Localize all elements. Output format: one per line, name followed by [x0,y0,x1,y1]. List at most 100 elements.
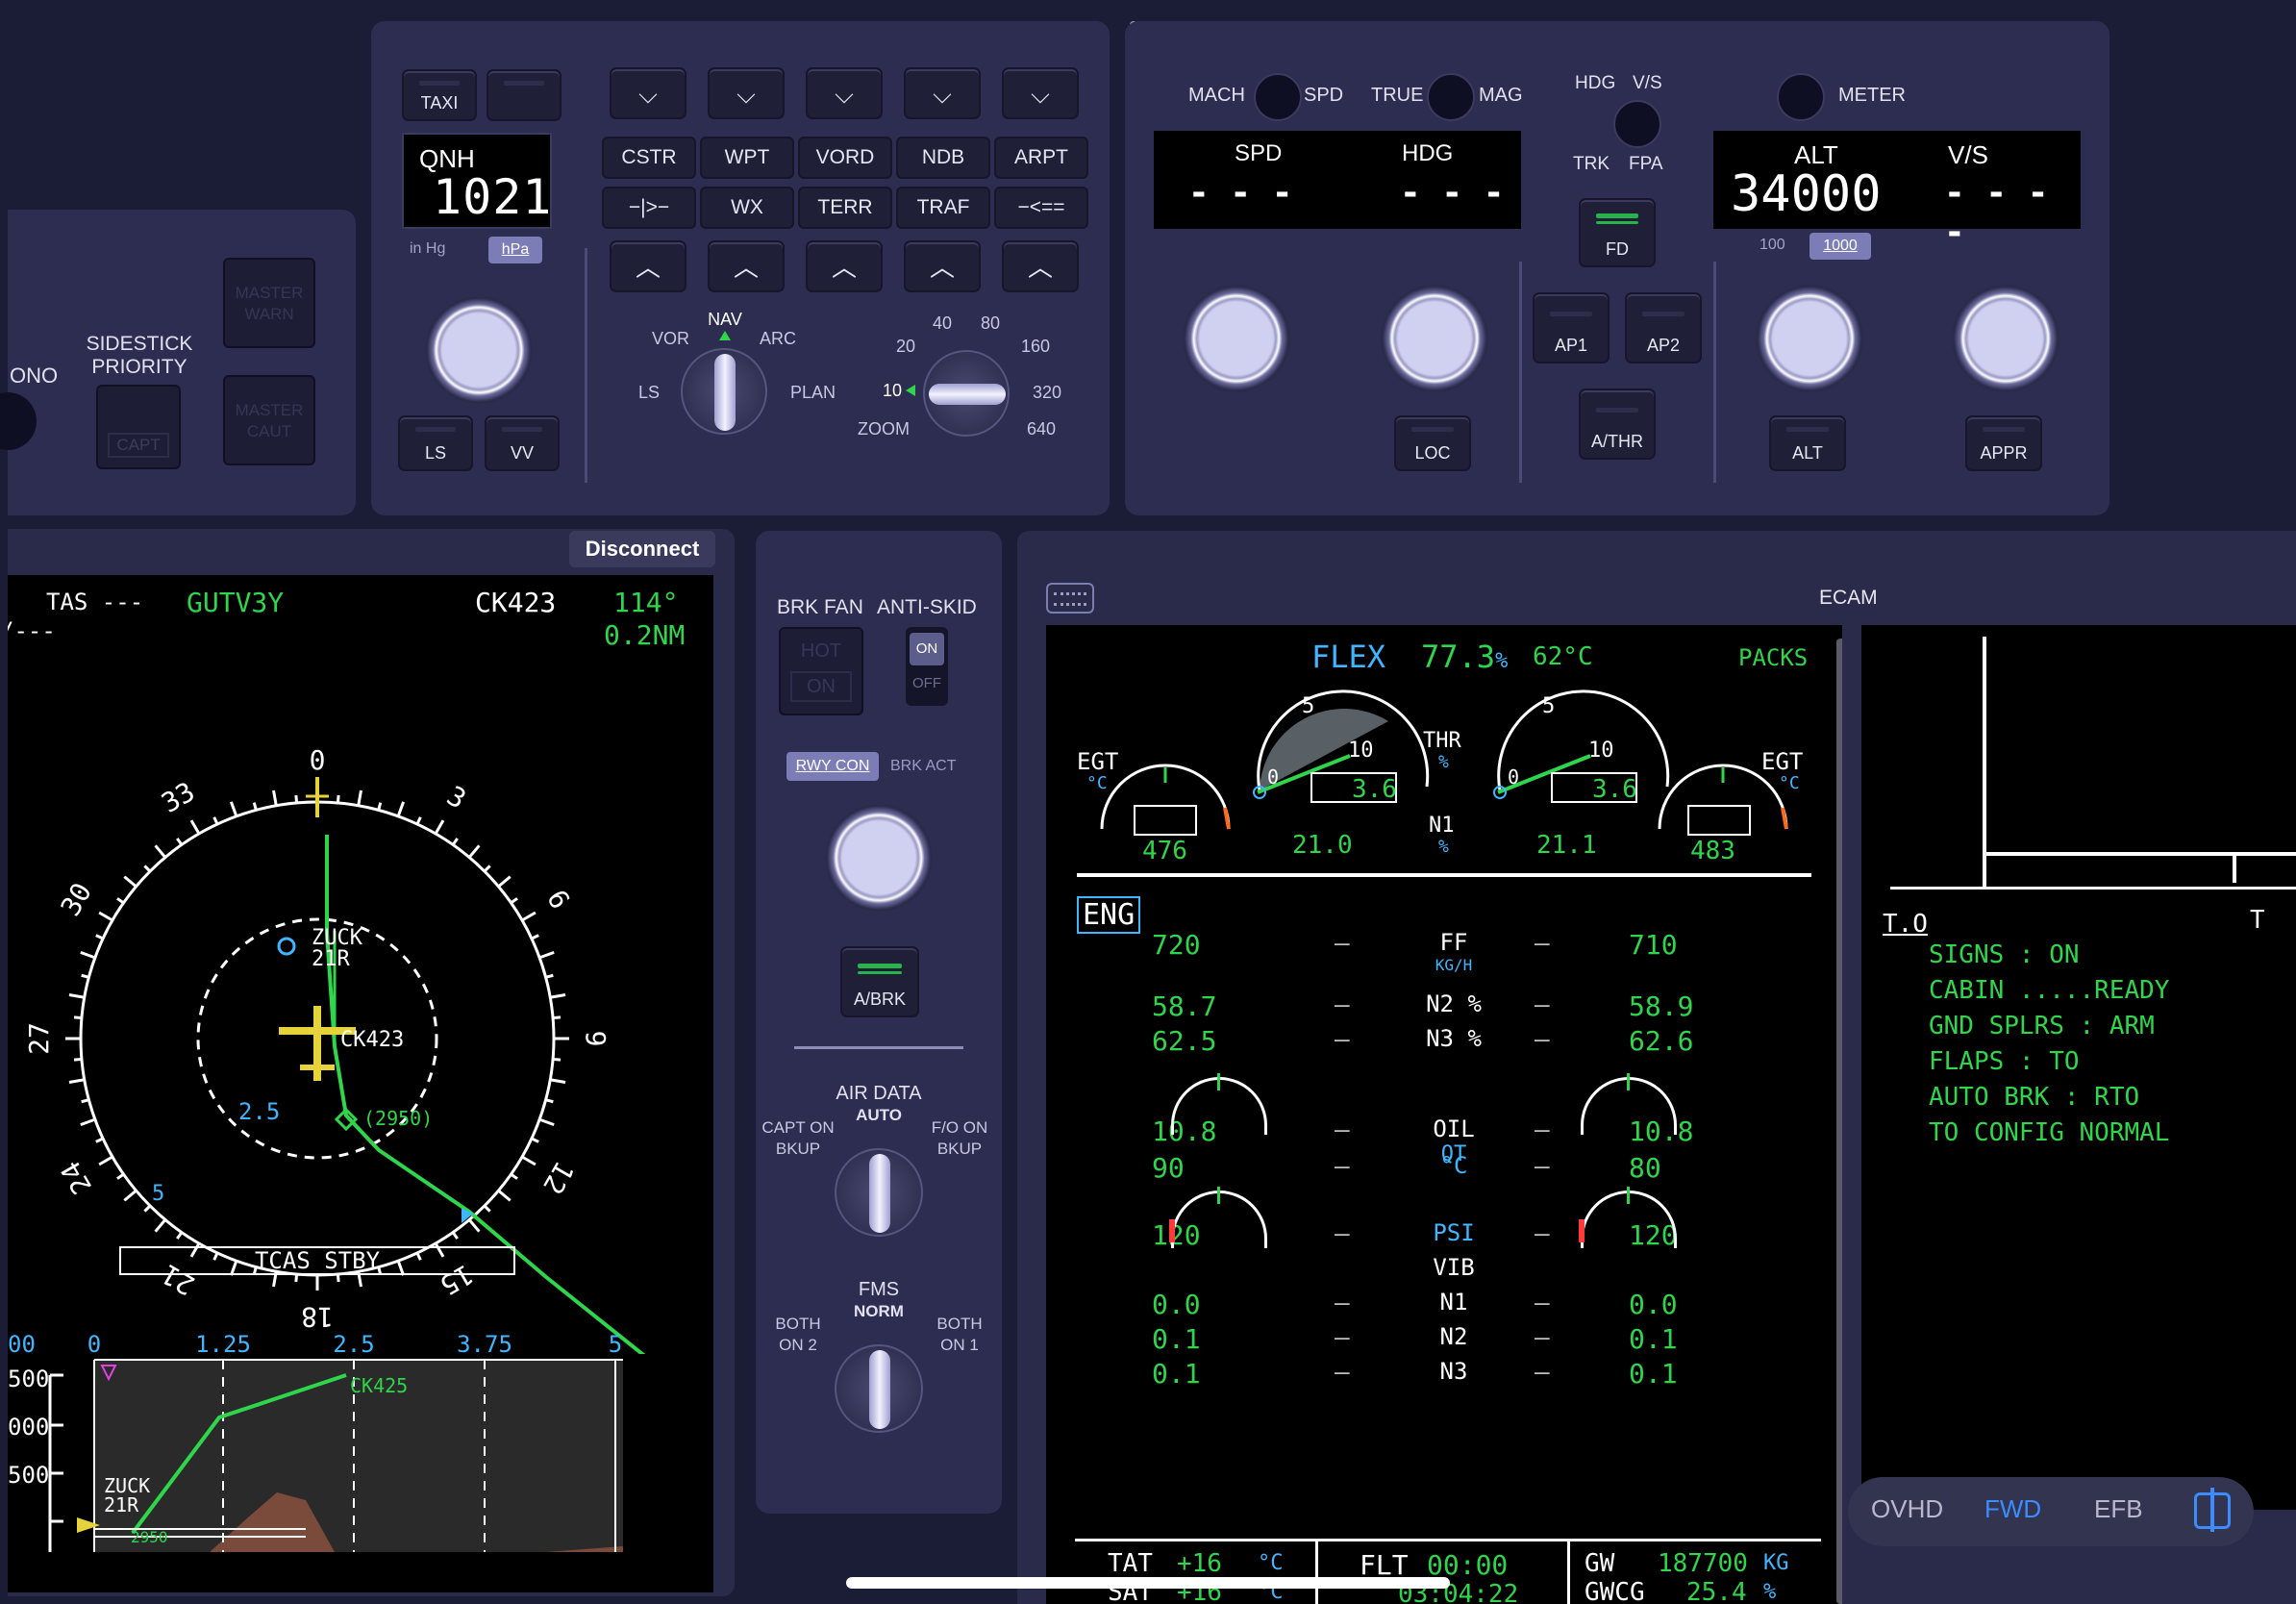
vib-n1-left-dash: — [1335,1289,1350,1317]
qnh-display: QNH 1021 [402,133,552,229]
glareshield-left-panel: ONO SIDESTICK PRIORITY CAPT MASTER WARN … [0,210,356,515]
ap1-button[interactable]: AP1 [1533,292,1610,363]
nd-range-inner: 2.5 [238,1098,280,1125]
oil-psi-redline [1169,1219,1175,1242]
anti-skid-switch[interactable]: ON OFF [906,627,948,706]
vd-altitude-tick: 500 [8,1462,49,1489]
arpt-down-arrow[interactable]: ⌵ [1002,67,1079,119]
up-arrow-1[interactable]: ︿ [610,240,686,292]
cstr-down-arrow[interactable]: ⌵ [610,67,686,119]
home-indicator[interactable] [846,1577,1450,1589]
mode-arc-label: ARC [760,329,797,348]
n2-right-dash: — [1535,990,1550,1019]
terr-button[interactable]: TERR [798,187,892,229]
up-arrow-5[interactable]: ︿ [1002,240,1079,292]
fwd-tab[interactable]: FWD [1984,1494,2041,1524]
vs-knob[interactable] [1952,285,2059,392]
metric-alt-toggle[interactable] [1777,73,1825,121]
in-hg-option[interactable]: in Hg [410,240,445,258]
spd-knob[interactable] [1183,285,1290,392]
vd-wp-ck425: CK425 [350,1374,408,1397]
air-data-selector-knob[interactable] [835,1148,923,1237]
compass-tick [294,1273,299,1283]
up-arrow-3[interactable]: ︿ [806,240,883,292]
alt-100-option[interactable]: 100 [1759,237,1785,254]
loc-button[interactable]: LOC [1394,415,1471,471]
vib-n2-right-value: 0.1 [1629,1323,1678,1355]
efb-tab[interactable]: EFB [2094,1494,2143,1524]
n1-left-5: 5 [1302,694,1315,718]
vord-down-arrow[interactable]: ⌵ [806,67,883,119]
ff-left-value: 720 [1152,929,1201,961]
autobrake-knob[interactable] [825,804,933,912]
hdg-knob[interactable] [1381,285,1488,392]
gwcg-value: 25.4 [1686,1578,1747,1604]
rwy-con-option[interactable]: RWY CON [786,752,879,781]
keyboard-icon[interactable] [1046,583,1094,614]
nd-range-selector-knob[interactable] [923,350,1010,437]
master-caut-button[interactable]: MASTER CAUT [223,375,315,465]
compass-tick [98,911,113,922]
ecam-scrollbar[interactable] [1836,639,1842,1604]
traf-button[interactable]: TRAF [896,187,990,229]
hdg-trk-toggle[interactable] [1613,100,1661,148]
taxi-button[interactable]: TAXI [402,69,477,121]
brk-fan-button[interactable]: HOT ON [779,627,863,715]
alt-1000-option[interactable]: 1000 [1809,233,1871,260]
screen-swap-icon[interactable] [2194,1488,2231,1532]
ndb-button[interactable]: NDB [896,137,990,179]
ls-button[interactable]: LS [398,415,473,471]
compass-tick [73,1057,83,1062]
up-arrow-2[interactable]: ︿ [708,240,785,292]
brk-fan-hot: HOT [800,640,842,662]
brk-act-option[interactable]: BRK ACT [890,758,956,775]
fd-label: FD [1606,239,1629,259]
anti-skid-on: ON [910,633,944,665]
compass-label: 9 [580,1031,611,1047]
wpt-down-arrow[interactable]: ⌵ [708,67,785,119]
hpa-option[interactable]: hPa [488,237,542,263]
oil-qt-right-dash: — [1535,1115,1550,1144]
n2-label: N2 % [1426,990,1482,1017]
blank-button[interactable] [487,69,562,121]
baro-knob[interactable] [425,296,533,404]
ls-label: LS [424,443,447,463]
true-mag-toggle[interactable] [1427,73,1475,121]
chrono-button[interactable] [0,392,37,450]
disconnect-button[interactable]: Disconnect [569,531,715,567]
compass-tick [467,844,481,859]
cstr-button[interactable]: CSTR [602,137,696,179]
vertical-profile-button[interactable]: −|>− [602,187,696,229]
abrk-button[interactable]: A/BRK [840,946,919,1017]
n2-left-value: 58.7 [1152,990,1217,1022]
ovhd-tab[interactable]: OVHD [1871,1494,1943,1524]
ndb-down-arrow[interactable]: ⌵ [904,67,981,119]
appr-button[interactable]: APPR [1965,415,2042,471]
both-on-2: BOTH ON 2 [775,1315,821,1354]
compass-tick [538,1117,555,1127]
alt-knob[interactable] [1756,285,1863,392]
hdg-display-label: HDG [1402,140,1454,166]
vv-button[interactable]: VV [485,415,560,471]
nd-mode-selector-knob[interactable] [681,348,767,435]
vord-button[interactable]: VORD [798,137,892,179]
up-arrow-4[interactable]: ︿ [904,240,981,292]
vor-adf-button[interactable]: −<== [994,187,1088,229]
capt-priority-button[interactable]: CAPT [96,385,181,469]
wx-button[interactable]: WX [700,187,794,229]
spd-mach-toggle[interactable] [1254,73,1302,121]
fms-selector-knob[interactable] [835,1344,923,1433]
arpt-button[interactable]: ARPT [994,137,1088,179]
athr-button[interactable]: A/THR [1579,388,1656,460]
to-memo-right: T [2250,906,2265,935]
ap2-button[interactable]: AP2 [1625,292,1702,363]
fd-button[interactable]: FD [1579,198,1656,267]
compass-tick [143,865,152,873]
sidestick-priority-label: SIDESTICK PRIORITY [86,333,193,378]
compass-tick [73,1015,83,1020]
range-40-label: 40 [933,313,953,333]
alt-button[interactable]: ALT [1769,415,1846,471]
master-warn-button[interactable]: MASTER WARN [223,258,315,348]
wpt-button[interactable]: WPT [700,137,794,179]
thr-unit: % [1438,752,1449,772]
